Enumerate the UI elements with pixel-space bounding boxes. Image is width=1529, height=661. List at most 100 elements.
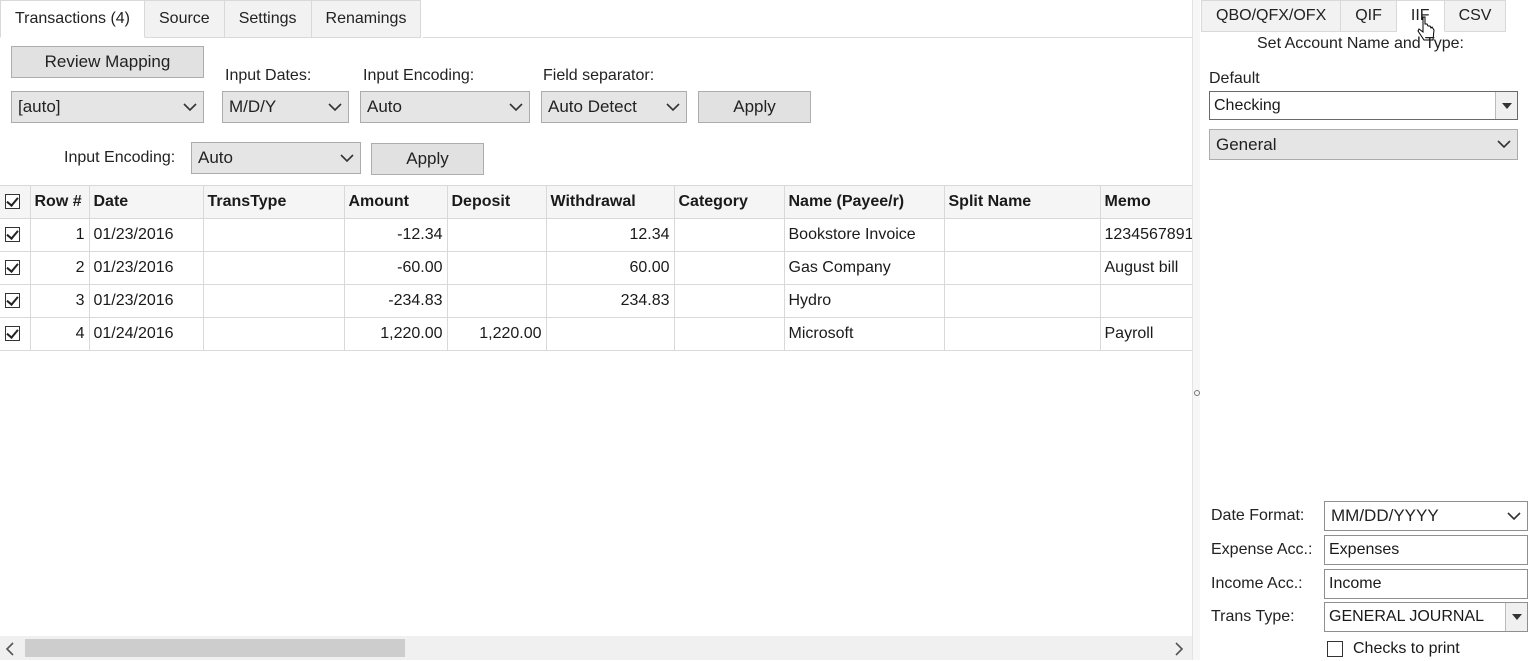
- cell-memo[interactable]: [1100, 284, 1198, 318]
- cell-withdrawal[interactable]: 60.00: [546, 251, 675, 285]
- tab-qif[interactable]: QIF: [1341, 0, 1397, 32]
- cell-deposit[interactable]: 1,220.00: [447, 317, 547, 351]
- checkbox-icon: [5, 293, 20, 309]
- column-header-memo[interactable]: Memo: [1100, 185, 1198, 219]
- trans-type-combo[interactable]: GENERAL JOURNAL: [1324, 602, 1528, 632]
- cell-name[interactable]: Hydro: [784, 284, 945, 318]
- cell-split-name[interactable]: [944, 218, 1101, 252]
- row-checkbox[interactable]: [0, 284, 31, 318]
- column-header-transtype[interactable]: TransType: [203, 185, 345, 219]
- table-row[interactable]: 1 01/23/2016 -12.34 12.34 Bookstore Invo…: [0, 218, 1198, 252]
- cell-split-name[interactable]: [944, 317, 1101, 351]
- field-separator-label: Field separator:: [543, 67, 655, 84]
- right-tab-bar: QBO/QFX/OFX QIF IIF CSV: [1201, 0, 1507, 32]
- row-checkbox[interactable]: [0, 218, 31, 252]
- table-row[interactable]: 3 01/23/2016 -234.83 234.83 Hydro: [0, 284, 1198, 318]
- checks-to-print-checkbox[interactable]: Checks to print: [1327, 639, 1460, 659]
- cell-category[interactable]: [674, 317, 785, 351]
- cell-split-name[interactable]: [944, 284, 1101, 318]
- account-type-select[interactable]: General: [1209, 129, 1518, 160]
- cell-memo[interactable]: August bill: [1100, 251, 1198, 285]
- cell-transtype[interactable]: [203, 317, 345, 351]
- cell-row-number[interactable]: 3: [30, 284, 90, 318]
- mapping-select[interactable]: [auto]: [11, 91, 204, 123]
- row-checkbox[interactable]: [0, 317, 31, 351]
- cell-memo[interactable]: 1234567891: [1100, 218, 1198, 252]
- cell-category[interactable]: [674, 284, 785, 318]
- cell-withdrawal[interactable]: [546, 317, 675, 351]
- checkbox-icon: [5, 326, 20, 342]
- checkbox-icon: [1327, 641, 1343, 657]
- cell-category[interactable]: [674, 251, 785, 285]
- checkbox-icon: [5, 260, 20, 276]
- input-dates-label: Input Dates:: [225, 67, 312, 84]
- cell-row-number[interactable]: 2: [30, 251, 90, 285]
- input-encoding-2-label: Input Encoding:: [64, 149, 176, 166]
- cell-amount[interactable]: -12.34: [344, 218, 448, 252]
- column-header-amount[interactable]: Amount: [344, 185, 448, 219]
- cell-row-number[interactable]: 4: [30, 317, 90, 351]
- apply-2-button[interactable]: Apply: [371, 143, 484, 175]
- cell-split-name[interactable]: [944, 251, 1101, 285]
- cell-name[interactable]: Bookstore Invoice: [784, 218, 945, 252]
- dropdown-arrow-icon[interactable]: [1505, 603, 1527, 631]
- trans-type-value: GENERAL JOURNAL: [1329, 608, 1484, 625]
- income-account-label: Income Acc.:: [1211, 575, 1303, 592]
- column-header-category[interactable]: Category: [674, 185, 785, 219]
- table-row[interactable]: 2 01/23/2016 -60.00 60.00 Gas Company Au…: [0, 251, 1198, 285]
- cell-row-number[interactable]: 1: [30, 218, 90, 252]
- cell-date[interactable]: 01/24/2016: [89, 317, 204, 351]
- field-separator-select[interactable]: Auto Detect: [541, 91, 687, 123]
- tab-transactions[interactable]: Transactions (4): [0, 0, 145, 38]
- account-name-combo[interactable]: Checking: [1209, 91, 1518, 120]
- table-row[interactable]: 4 01/24/2016 1,220.00 1,220.00 Microsoft…: [0, 317, 1198, 351]
- cell-deposit[interactable]: [447, 218, 547, 252]
- tab-source[interactable]: Source: [145, 0, 225, 38]
- input-dates-select[interactable]: M/D/Y: [222, 91, 349, 123]
- tab-csv[interactable]: CSV: [1444, 0, 1507, 32]
- cell-memo[interactable]: Payroll: [1100, 317, 1198, 351]
- default-label: Default: [1209, 70, 1260, 87]
- cell-transtype[interactable]: [203, 251, 345, 285]
- date-format-select[interactable]: MM/DD/YYYY: [1324, 501, 1528, 531]
- cell-deposit[interactable]: [447, 284, 547, 318]
- cell-transtype[interactable]: [203, 284, 345, 318]
- cell-name[interactable]: Microsoft: [784, 317, 945, 351]
- column-header-split-name[interactable]: Split Name: [944, 185, 1101, 219]
- tab-renamings[interactable]: Renamings: [311, 0, 422, 38]
- column-header-deposit[interactable]: Deposit: [447, 185, 547, 219]
- cell-withdrawal[interactable]: 12.34: [546, 218, 675, 252]
- expense-account-input[interactable]: Expenses: [1324, 535, 1528, 565]
- cell-date[interactable]: 01/23/2016: [89, 284, 204, 318]
- scrollbar-thumb[interactable]: [25, 639, 405, 657]
- select-all-checkbox[interactable]: [0, 185, 31, 219]
- scroll-right-icon[interactable]: [1175, 641, 1184, 661]
- cell-amount[interactable]: -234.83: [344, 284, 448, 318]
- column-header-withdrawal[interactable]: Withdrawal: [546, 185, 675, 219]
- cell-date[interactable]: 01/23/2016: [89, 251, 204, 285]
- column-header-row-number[interactable]: Row #: [30, 185, 90, 219]
- cell-date[interactable]: 01/23/2016: [89, 218, 204, 252]
- cell-amount[interactable]: -60.00: [344, 251, 448, 285]
- apply-button[interactable]: Apply: [698, 91, 811, 123]
- cell-amount[interactable]: 1,220.00: [344, 317, 448, 351]
- income-account-input[interactable]: Income: [1324, 569, 1528, 599]
- cell-name[interactable]: Gas Company: [784, 251, 945, 285]
- column-header-date[interactable]: Date: [89, 185, 204, 219]
- row-checkbox[interactable]: [0, 251, 31, 285]
- tab-settings[interactable]: Settings: [224, 0, 312, 38]
- input-encoding-2-select[interactable]: Auto: [191, 142, 361, 174]
- tab-qbo-qfx-ofx[interactable]: QBO/QFX/OFX: [1201, 0, 1342, 32]
- panel-splitter[interactable]: [1192, 0, 1200, 660]
- scroll-left-icon[interactable]: [5, 641, 14, 661]
- account-name-value: Checking: [1214, 97, 1281, 114]
- cell-deposit[interactable]: [447, 251, 547, 285]
- cell-transtype[interactable]: [203, 218, 345, 252]
- horizontal-scrollbar[interactable]: [0, 636, 1192, 660]
- dropdown-arrow-icon[interactable]: [1495, 92, 1517, 119]
- input-encoding-select[interactable]: Auto: [360, 91, 530, 123]
- review-mapping-button[interactable]: Review Mapping: [11, 46, 204, 78]
- cell-withdrawal[interactable]: 234.83: [546, 284, 675, 318]
- cell-category[interactable]: [674, 218, 785, 252]
- column-header-name[interactable]: Name (Payee/r): [784, 185, 945, 219]
